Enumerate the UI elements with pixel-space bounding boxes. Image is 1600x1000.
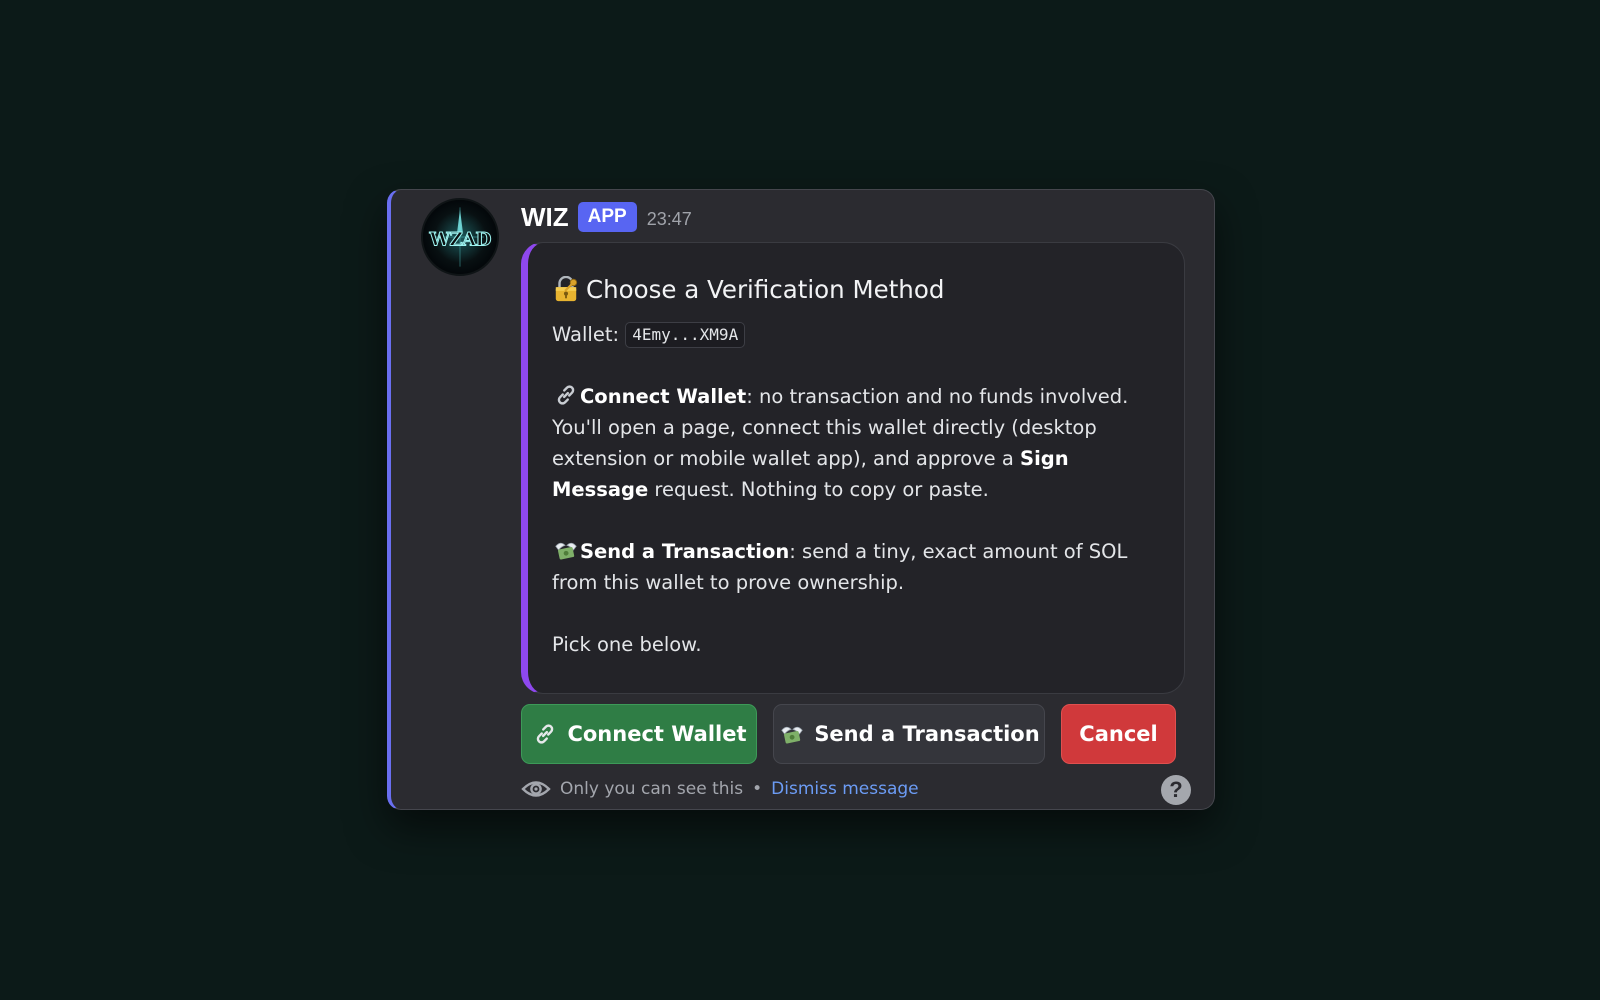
action-buttons-row: Connect Wallet Send a Transaction Cancel <box>521 704 1176 764</box>
embed-footer-line: Pick one below. <box>552 633 702 656</box>
question-icon[interactable]: ? <box>1161 775 1191 805</box>
bot-message-card: WZAD WIZ APP 23:47 Choose a Verification… <box>387 189 1215 810</box>
embed-description: Wallet: 4Emy...XM9A Connect Wallet: no t… <box>552 319 1162 660</box>
question-glyph: ? <box>1169 777 1183 802</box>
option-connect-wallet-desc-end: request. Nothing to copy or paste. <box>648 478 989 501</box>
connect-wallet-label: Connect Wallet <box>567 722 747 746</box>
wallet-address-code[interactable]: 4Emy...XM9A <box>625 322 746 348</box>
link-icon <box>531 721 559 747</box>
app-badge: APP <box>577 202 637 232</box>
dismiss-message-link[interactable]: Dismiss message <box>771 779 918 799</box>
message-header: WIZ APP 23:47 <box>521 200 692 234</box>
cancel-label: Cancel <box>1079 722 1158 746</box>
wizard-logo-icon: WZAD <box>423 200 497 274</box>
verification-embed: Choose a Verification Method Wallet: 4Em… <box>521 242 1185 694</box>
message-timestamp: 23:47 <box>646 208 692 229</box>
send-transaction-button[interactable]: Send a Transaction <box>773 704 1045 764</box>
option-send-transaction-name: Send a Transaction <box>580 540 790 563</box>
embed-title: Choose a Verification Method <box>552 271 1162 307</box>
svg-text:WZAD: WZAD <box>429 229 492 250</box>
embed-title-text: Choose a Verification Method <box>586 274 945 304</box>
money-with-wings-icon <box>778 721 806 747</box>
option-send-transaction-text: Send a Transaction: send a tiny, exact a… <box>552 536 1162 598</box>
bot-avatar[interactable]: WZAD <box>421 198 499 276</box>
cancel-button[interactable]: Cancel <box>1061 704 1176 764</box>
eye-icon <box>521 781 551 797</box>
link-icon <box>552 382 580 408</box>
ephemeral-note: Only you can see this <box>560 779 744 799</box>
lock-with-key-icon <box>552 276 580 302</box>
ephemeral-notice: Only you can see this • Dismiss message <box>521 776 919 802</box>
option-connect-wallet-name: Connect Wallet <box>580 385 747 408</box>
bot-username[interactable]: WIZ <box>521 202 569 233</box>
wallet-label: Wallet: <box>552 323 620 346</box>
wallet-line: Wallet: 4Emy...XM9A <box>552 319 1162 350</box>
separator-dot: • <box>752 779 763 799</box>
money-with-wings-icon <box>552 537 580 563</box>
option-connect-wallet-text: Connect Wallet: no transaction and no fu… <box>552 381 1162 505</box>
connect-wallet-button[interactable]: Connect Wallet <box>521 704 757 764</box>
send-transaction-label: Send a Transaction <box>814 722 1040 746</box>
